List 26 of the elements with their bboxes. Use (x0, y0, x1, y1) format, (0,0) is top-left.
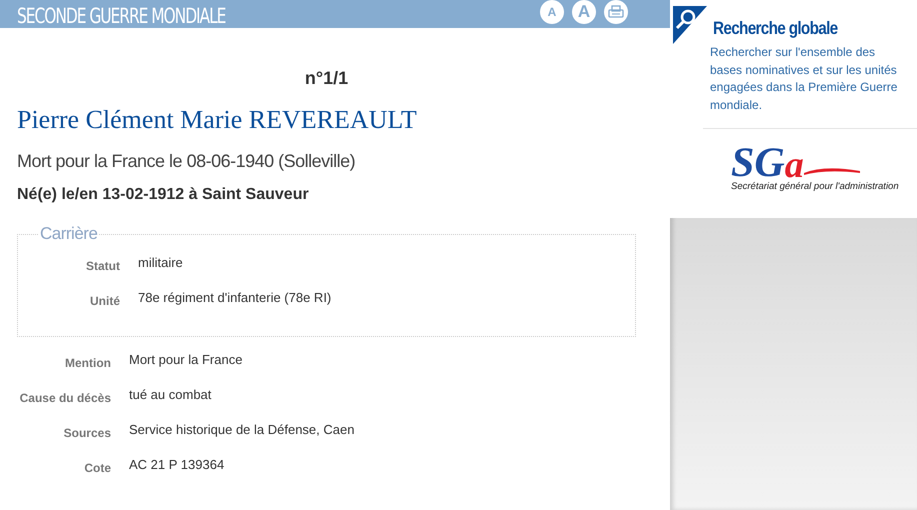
person-name: Pierre Clément Marie REVEREAULT (17, 105, 418, 135)
logo-tagline: Secrétariat général pour l'administration (731, 181, 899, 192)
field-label: Sources (62, 425, 111, 442)
font-larger-button[interactable]: A (572, 0, 596, 24)
death-info: Mort pour la France le 08-06-1940 (Solleville) (17, 151, 356, 172)
field-value: 78e régiment d'infanterie (78e RI) (138, 289, 332, 307)
record-number: n°1/1 (304, 68, 350, 89)
field-label: Unité (89, 293, 120, 310)
search-description: Rechercher sur l'ensemble des bases nominatives et sur les unités engagées dans la Première Guerre mondiale. (710, 44, 898, 114)
printer-icon (608, 5, 624, 19)
field-label: Cause du décès (18, 390, 111, 407)
field-value: militaire (138, 254, 184, 272)
field-label: Statut (85, 258, 120, 275)
field-label: Mention (64, 355, 111, 372)
field-label: Cote (83, 460, 111, 477)
logo-letter: a (784, 149, 804, 181)
section-title: SECONDE GUERRE MONDIALE (17, 4, 226, 28)
search-title[interactable]: Recherche globale (713, 18, 838, 39)
career-legend: Carrière (38, 224, 100, 244)
field-value: Mort pour la France (129, 351, 244, 369)
font-smaller-button[interactable]: A (540, 0, 564, 24)
field-value: tué au combat (129, 386, 212, 404)
birth-info: Né(e) le/en 13-02-1912 à Saint Sauveur (17, 186, 310, 204)
field-value: Service historique de la Défense, Caen (129, 421, 356, 439)
logo-mark: SG (731, 145, 785, 181)
field-value: AC 21 P 139364 (129, 456, 226, 474)
